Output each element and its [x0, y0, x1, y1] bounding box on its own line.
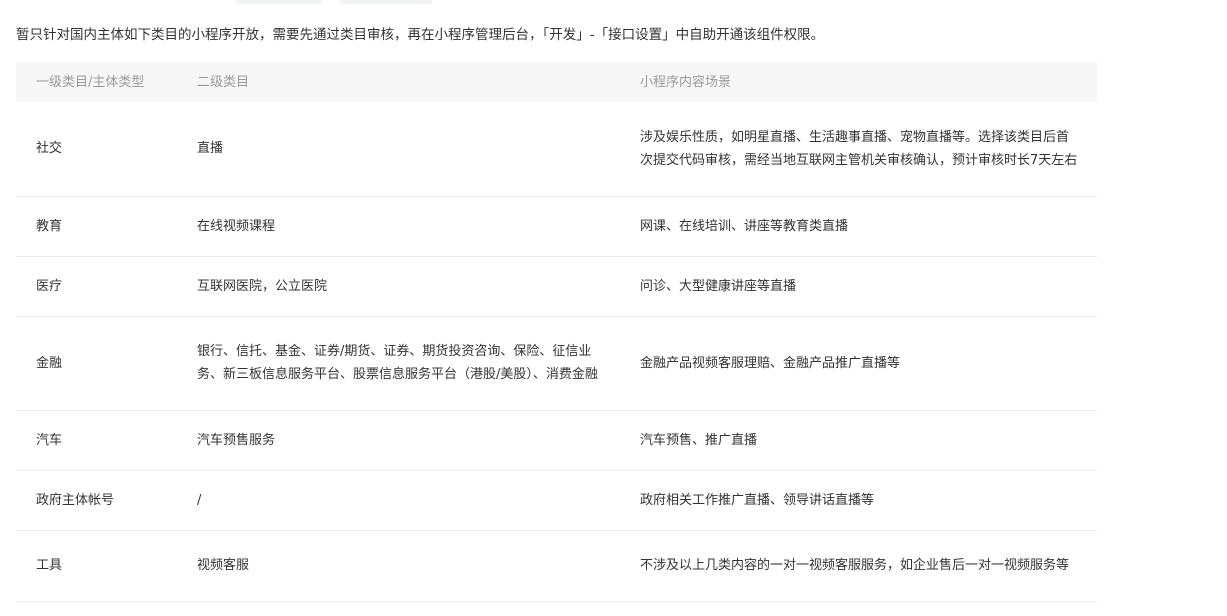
intro-paragraph: 暂只针对国内主体如下类目的小程序开放，需要先通过类目审核，再在小程序管理后台，「…	[16, 27, 825, 43]
cell-primary-category: 医疗	[16, 256, 177, 317]
cell-secondary-category: /	[177, 470, 620, 531]
table-row: 社交 直播 涉及娱乐性质，如明星直播、生活趣事直播、宠物直播等。选择该类目后首次…	[16, 102, 1097, 197]
cell-content-scene: 涉及娱乐性质，如明星直播、生活趣事直播、宠物直播等。选择该类目后首次提交代码审核…	[620, 102, 1097, 197]
cell-primary-category: 教育	[16, 196, 177, 257]
cell-secondary-category: 互联网医院，公立医院	[177, 256, 620, 317]
cell-primary-category: 政府主体帐号	[16, 470, 177, 531]
cell-content-scene: 政府相关工作推广直播、领导讲话直播等	[620, 470, 1097, 531]
cell-secondary-category: 汽车预售服务	[177, 410, 620, 471]
cell-content-scene: 金融产品视频客服理赔、金融产品推广直播等	[620, 316, 1097, 411]
header-secondary-category: 二级类目	[177, 62, 620, 102]
table-body: 社交 直播 涉及娱乐性质，如明星直播、生活趣事直播、宠物直播等。选择该类目后首次…	[16, 102, 1097, 602]
inline-code-chip	[236, 0, 322, 4]
cell-primary-category: 金融	[16, 316, 177, 411]
table-header-row: 一级类目/主体类型 二级类目 小程序内容场景	[16, 62, 1097, 102]
cell-primary-category: 汽车	[16, 410, 177, 471]
cut-off-text-line	[14, 0, 434, 5]
table-row: 教育 在线视频课程 网课、在线培训、讲座等教育类直播	[16, 196, 1097, 257]
header-primary-category: 一级类目/主体类型	[16, 62, 177, 102]
header-content-scene: 小程序内容场景	[620, 62, 1097, 102]
cell-primary-category: 工具	[16, 530, 177, 602]
cell-content-scene: 问诊、大型健康讲座等直播	[620, 256, 1097, 317]
table-row: 政府主体帐号 / 政府相关工作推广直播、领导讲话直播等	[16, 470, 1097, 531]
cell-primary-category: 社交	[16, 102, 177, 197]
table-row: 汽车 汽车预售服务 汽车预售、推广直播	[16, 410, 1097, 471]
table-row: 工具 视频客服 不涉及以上几类内容的一对一视频客服服务，如企业售后一对一视频服务…	[16, 530, 1097, 602]
cell-secondary-category: 在线视频课程	[177, 196, 620, 257]
cell-content-scene: 网课、在线培训、讲座等教育类直播	[620, 196, 1097, 257]
table-row: 医疗 互联网医院，公立医院 问诊、大型健康讲座等直播	[16, 256, 1097, 317]
cell-secondary-category: 直播	[177, 102, 620, 197]
cell-content-scene: 汽车预售、推广直播	[620, 410, 1097, 471]
inline-code-chip	[340, 0, 432, 4]
category-table: 一级类目/主体类型 二级类目 小程序内容场景 社交 直播 涉及娱乐性质，如明星直…	[16, 62, 1097, 602]
table-row: 金融 银行、信托、基金、证券/期货、证券、期货投资咨询、保险、征信业务、新三板信…	[16, 316, 1097, 411]
cell-content-scene: 不涉及以上几类内容的一对一视频客服服务，如企业售后一对一视频服务等	[620, 530, 1097, 602]
cell-secondary-category: 银行、信托、基金、证券/期货、证券、期货投资咨询、保险、征信业务、新三板信息服务…	[177, 316, 620, 411]
table-header: 一级类目/主体类型 二级类目 小程序内容场景	[16, 62, 1097, 102]
cell-secondary-category: 视频客服	[177, 530, 620, 602]
